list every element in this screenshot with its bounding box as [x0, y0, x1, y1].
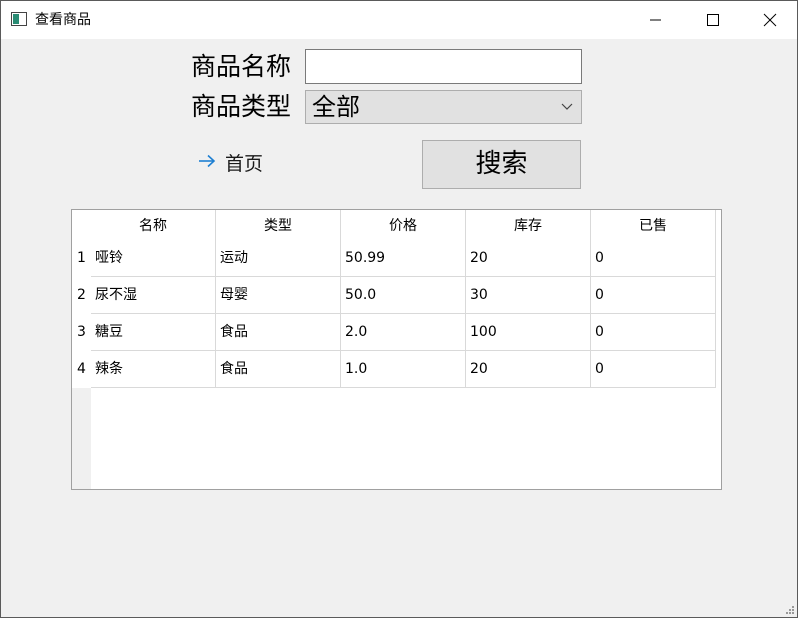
table-cell-stock[interactable]: 30 — [466, 277, 591, 314]
chevron-down-icon — [561, 103, 573, 110]
table-cell-price[interactable]: 50.99 — [341, 240, 466, 277]
table-cell-type[interactable]: 运动 — [216, 240, 341, 277]
home-link-label: 首页 — [225, 153, 264, 175]
table-cell-type[interactable]: 母婴 — [216, 277, 341, 314]
product-table[interactable]: 名称 类型 价格 库存 已售 1 哑铃 运动 50.99 20 0 2 尿不湿 … — [71, 209, 722, 490]
app-window-icon — [11, 12, 27, 26]
column-header-type[interactable]: 类型 — [216, 210, 341, 242]
product-type-select[interactable]: 全部 — [305, 90, 582, 124]
table-cell-stock[interactable]: 20 — [466, 351, 591, 388]
product-type-label: 商品类型 — [191, 92, 292, 121]
column-header-price[interactable]: 价格 — [341, 210, 466, 242]
table-cell-sold[interactable]: 0 — [591, 240, 716, 277]
table-cell-sold[interactable]: 0 — [591, 277, 716, 314]
row-header[interactable]: 3 — [72, 314, 91, 351]
table-cell-price[interactable]: 2.0 — [341, 314, 466, 351]
maximize-icon — [707, 14, 719, 26]
maximize-button[interactable] — [684, 1, 742, 39]
table-cell-name[interactable]: 辣条 — [91, 351, 216, 388]
table-cell-type[interactable]: 食品 — [216, 351, 341, 388]
resize-grip-icon[interactable] — [785, 605, 795, 615]
search-button[interactable]: 搜索 — [422, 140, 581, 189]
table-cell-name[interactable]: 糖豆 — [91, 314, 216, 351]
table-cell-stock[interactable]: 20 — [466, 240, 591, 277]
window-title: 查看商品 — [35, 12, 91, 28]
product-name-input[interactable] — [305, 49, 582, 84]
product-type-value: 全部 — [312, 93, 360, 121]
row-header[interactable]: 1 — [72, 240, 91, 277]
close-icon — [763, 13, 777, 27]
table-cell-name[interactable]: 尿不湿 — [91, 277, 216, 314]
table-corner — [72, 210, 91, 242]
main-window: 查看商品 商品名称 商品类型 全部 首页 搜索 名称 类型 价格 库存 已售 1… — [0, 0, 798, 618]
title-bar[interactable]: 查看商品 — [1, 1, 797, 39]
column-header-sold[interactable]: 已售 — [591, 210, 716, 242]
table-cell-stock[interactable]: 100 — [466, 314, 591, 351]
arrow-right-icon — [199, 154, 216, 168]
table-cell-name[interactable]: 哑铃 — [91, 240, 216, 277]
minimize-icon — [650, 19, 661, 21]
table-cell-sold[interactable]: 0 — [591, 351, 716, 388]
close-button[interactable] — [741, 1, 797, 39]
table-cell-type[interactable]: 食品 — [216, 314, 341, 351]
product-name-label: 商品名称 — [191, 52, 292, 81]
column-header-stock[interactable]: 库存 — [466, 210, 591, 242]
table-cell-price[interactable]: 1.0 — [341, 351, 466, 388]
row-header[interactable]: 4 — [72, 351, 91, 388]
minimize-button[interactable] — [627, 1, 685, 39]
table-cell-price[interactable]: 50.0 — [341, 277, 466, 314]
table-cell-sold[interactable]: 0 — [591, 314, 716, 351]
column-header-name[interactable]: 名称 — [91, 210, 216, 242]
row-header[interactable]: 2 — [72, 277, 91, 314]
